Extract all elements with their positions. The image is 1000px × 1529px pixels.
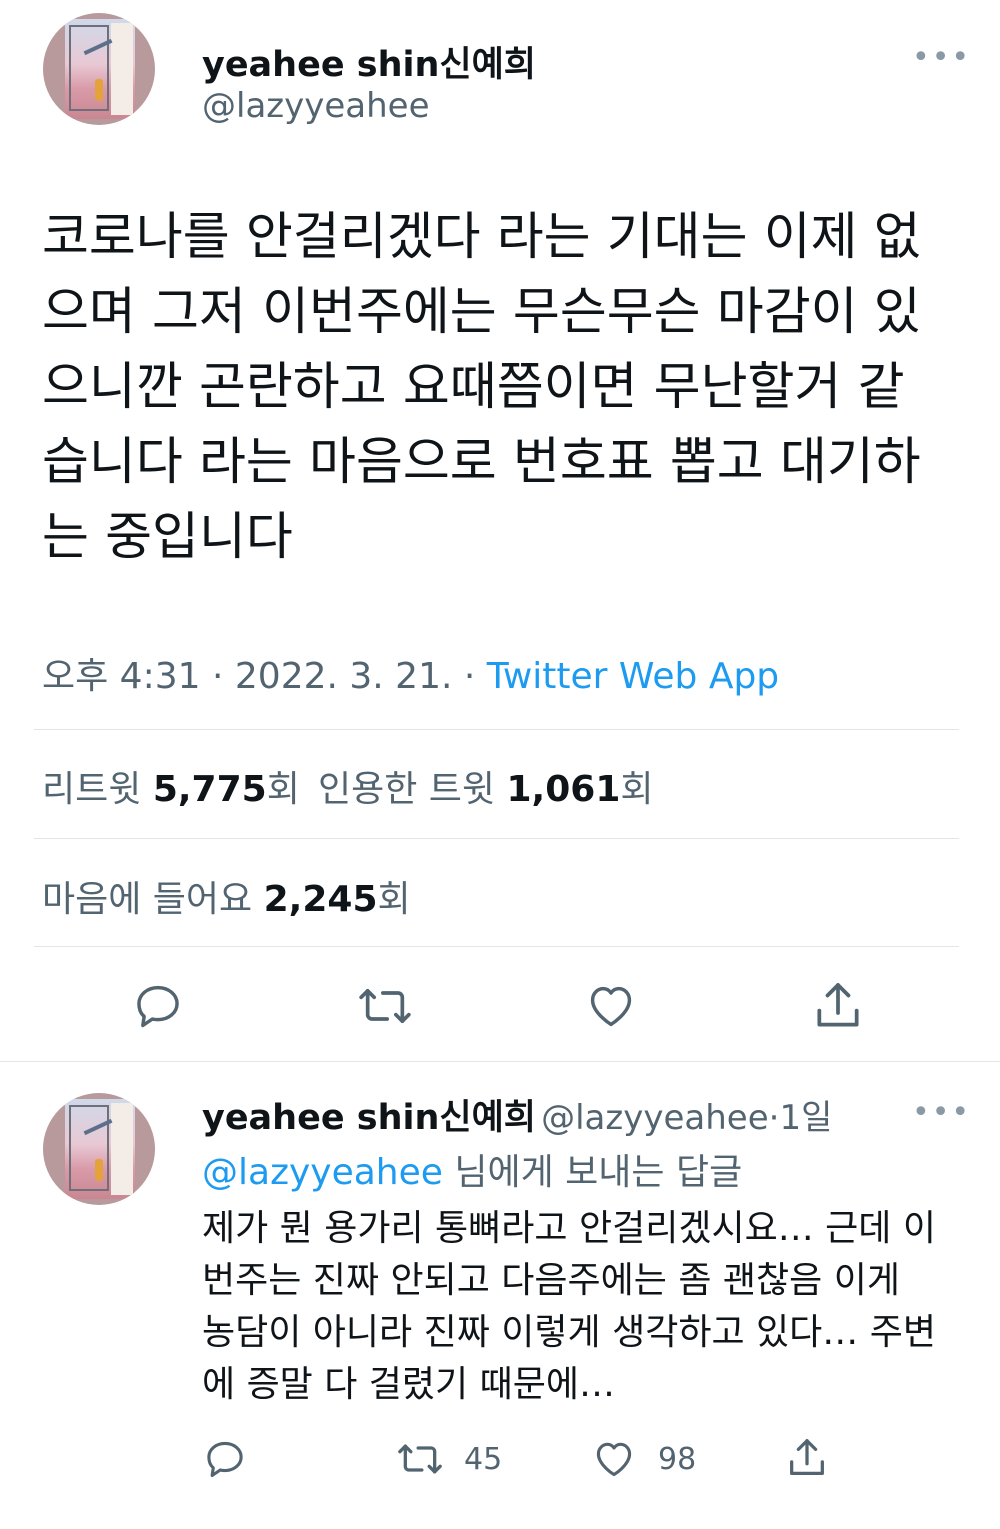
- quotes-count: 1,061: [506, 769, 621, 810]
- author-name[interactable]: yeahee shin신예희: [202, 36, 536, 87]
- like-icon[interactable]: [584, 980, 638, 1032]
- thread-divider: [0, 1061, 1000, 1062]
- reply-icon[interactable]: [132, 980, 184, 1032]
- count-suffix: 회: [266, 769, 300, 810]
- retweet-icon[interactable]: [395, 1437, 445, 1481]
- reply-more-icon[interactable]: •••: [912, 1095, 971, 1130]
- divider: [34, 946, 959, 947]
- avatar-book-cover: [65, 1099, 135, 1199]
- meta-separator: ·: [463, 656, 476, 697]
- tweet-time: 오후 4:31: [42, 656, 201, 697]
- retweets-label: 리트윗: [42, 769, 142, 810]
- author-handle[interactable]: @lazyyeahee: [202, 86, 430, 126]
- replying-to-suffix: 님에게 보내는 답글: [454, 1152, 743, 1193]
- reply-icon[interactable]: [203, 1437, 247, 1481]
- meta-separator: ·: [211, 656, 224, 697]
- reply-author-handle[interactable]: @lazyyeahee: [541, 1098, 769, 1138]
- more-icon[interactable]: •••: [912, 40, 971, 75]
- avatar-book-cover: [65, 19, 135, 119]
- avatar[interactable]: [43, 13, 155, 125]
- tweet-date[interactable]: 2022. 3. 21.: [235, 656, 453, 697]
- count-suffix: 회: [377, 879, 411, 920]
- reply-header: yeahee shin신예희 @lazyyeahee·1일: [202, 1089, 832, 1140]
- tweet-source-link[interactable]: Twitter Web App: [487, 656, 779, 697]
- replying-to-handle[interactable]: @lazyyeahee: [202, 1152, 443, 1193]
- retweets-count: 5,775: [152, 769, 267, 810]
- reply-like-count: 98: [658, 1442, 697, 1477]
- divider: [34, 729, 959, 730]
- reply-separator: ·: [768, 1098, 780, 1138]
- like-icon[interactable]: [591, 1437, 637, 1481]
- retweet-icon[interactable]: [356, 980, 414, 1032]
- replying-to: @lazyyeahee 님에게 보내는 답글: [202, 1143, 742, 1195]
- reply-avatar[interactable]: [43, 1093, 155, 1205]
- retweet-stat[interactable]: 리트윗 5,775회: [42, 760, 300, 812]
- like-stat[interactable]: 마음에 들어요 2,245회: [42, 870, 411, 922]
- reply-text: 제가 뭔 용가리 통뼈라고 안걸리겠시요… 근데 이 번주는 진짜 안되고 다음…: [202, 1208, 936, 1405]
- likes-label: 마음에 들어요: [42, 879, 253, 920]
- likes-count: 2,245: [263, 879, 378, 920]
- reply-author-name[interactable]: yeahee shin신예희: [202, 1098, 536, 1138]
- tweet-text: 코로나를 안걸리겠다 라는 기대는 이제 없 으며 그저 이번주에는 무슨무슨 …: [42, 208, 921, 567]
- share-icon[interactable]: [784, 1435, 830, 1481]
- share-icon[interactable]: [810, 978, 866, 1034]
- quote-stat[interactable]: 인용한 트윗 1,061회: [318, 760, 654, 812]
- quotes-label: 인용한 트윗: [318, 769, 496, 810]
- count-suffix: 회: [620, 769, 654, 810]
- reply-time[interactable]: 1일: [779, 1098, 832, 1138]
- reply-retweet-count: 45: [464, 1442, 503, 1477]
- divider: [34, 838, 959, 839]
- tweet-meta: 오후 4:31 · 2022. 3. 21. · Twitter Web App: [42, 647, 779, 699]
